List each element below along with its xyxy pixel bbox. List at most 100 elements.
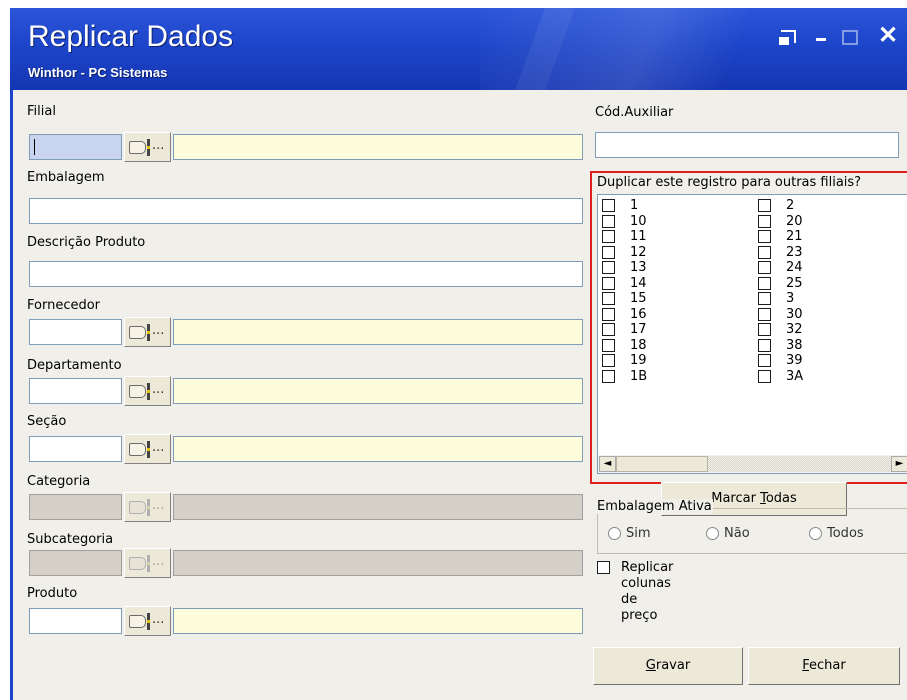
title-bar: Replicar Dados Winthor - PC Sistemas ✕	[10, 8, 907, 90]
embalagem-input[interactable]	[29, 198, 583, 224]
cod-auxiliar-label: Cód.Auxiliar	[595, 105, 674, 120]
restore-icon[interactable]	[779, 30, 796, 45]
gravar-label: ravar	[655, 658, 691, 673]
radio-circle	[809, 527, 822, 540]
filial-code-label: 15	[630, 291, 647, 306]
lookup-dots: ...	[152, 382, 165, 397]
checkbox-box	[602, 323, 615, 336]
departamento-code-input[interactable]	[29, 378, 122, 404]
cod-auxiliar-input[interactable]	[595, 132, 899, 158]
secao-lookup-button[interactable]: ...	[124, 434, 171, 464]
subcategoria-code-input	[29, 550, 122, 576]
embalagem-label: Embalagem	[27, 170, 105, 185]
scroll-track[interactable]	[708, 456, 891, 472]
checkbox-box	[602, 307, 615, 321]
filial-code-label: 10	[630, 213, 647, 229]
checkbox-box	[758, 230, 771, 243]
filial-code-label: 3	[786, 291, 795, 306]
replicar-dados-window: Replicar Dados Winthor - PC Sistemas ✕ F…	[10, 8, 907, 700]
window-title: Replicar Dados	[28, 20, 234, 53]
horizontal-scrollbar[interactable]: ◄ ►	[598, 455, 907, 473]
filial-code-label: 16	[630, 306, 647, 322]
secao-code-input[interactable]	[29, 436, 122, 462]
filial-code-label: 13	[630, 260, 647, 275]
radio-nao-label: Não	[724, 526, 750, 541]
categoria-lookup-button: ...	[124, 492, 171, 522]
fechar-accel-key: F	[802, 658, 810, 673]
checkbox-box	[758, 245, 771, 259]
filial-code-label: 1	[630, 198, 639, 213]
filial-code-label: 12	[630, 244, 647, 260]
maximize-button[interactable]	[842, 30, 858, 45]
form-content: Filial ... Embalagem Descrição Produto F…	[10, 90, 907, 700]
produto-lookup-button[interactable]: ...	[124, 606, 171, 636]
hand-pointer-icon	[129, 615, 146, 628]
checkbox-box	[602, 338, 615, 352]
checkbox-box	[602, 199, 615, 212]
checkbox-box	[758, 276, 771, 290]
scroll-thumb[interactable]	[616, 456, 708, 472]
filial-code-label: 14	[630, 275, 647, 291]
filial-code-label: 32	[786, 322, 803, 337]
fornecedor-code-input[interactable]	[29, 319, 122, 345]
produto-code-input[interactable]	[29, 608, 122, 634]
filiais-checklist[interactable]: 1 10 11 12 13 14 15 16 17 18 19 1B 2 20 21 23 24 25 3 30 32…	[597, 194, 907, 474]
checkbox-box	[758, 199, 771, 212]
checkbox-box	[758, 323, 771, 336]
lookup-dots: ...	[152, 612, 165, 627]
lookup-dots: ...	[152, 138, 165, 153]
checkbox-box	[758, 354, 771, 367]
descricao-produto-input[interactable]	[29, 261, 583, 287]
produto-label: Produto	[27, 586, 78, 601]
duplicar-group-title: Duplicar este registro para outras filia…	[596, 175, 863, 190]
hand-pointer-icon	[129, 557, 146, 570]
hand-pointer-icon	[129, 326, 146, 339]
hand-pointer-icon	[129, 443, 146, 456]
filial-code-label: 39	[786, 353, 803, 368]
categoria-label: Categoria	[27, 474, 91, 489]
marcar-label-post: odas	[765, 491, 797, 506]
replicar-precos-label: Replicar colunas de preço	[621, 560, 674, 623]
filial-description-field	[173, 134, 583, 160]
filial-code-label: 1B	[630, 368, 648, 384]
hand-pointer-icon	[129, 385, 146, 398]
checkbox-box	[602, 214, 615, 228]
close-button[interactable]: ✕	[878, 21, 898, 50]
filial-code-label: 3A	[786, 368, 804, 384]
subcategoria-description-field	[173, 550, 583, 576]
filial-code-label: 2	[786, 198, 795, 213]
filial-lookup-button[interactable]: ...	[124, 132, 171, 162]
checkbox-box	[758, 307, 771, 321]
lookup-dots: ...	[152, 554, 165, 569]
fornecedor-lookup-button[interactable]: ...	[124, 317, 171, 347]
filial-label: Filial	[27, 104, 56, 119]
checkbox-box	[758, 292, 771, 305]
scroll-right-icon[interactable]: ►	[891, 456, 907, 472]
fechar-button[interactable]: Fechar	[748, 647, 900, 685]
filial-code-label: 18	[630, 337, 647, 353]
checkbox-box	[602, 261, 615, 274]
filial-code-label: 19	[630, 353, 647, 368]
descricao-produto-label: Descrição Produto	[27, 235, 146, 250]
window-subtitle: Winthor - PC Sistemas	[28, 65, 168, 80]
departamento-lookup-button[interactable]: ...	[124, 376, 171, 406]
scroll-left-icon[interactable]: ◄	[599, 456, 616, 472]
radio-circle	[706, 527, 719, 540]
filial-code-label: 38	[786, 337, 803, 353]
filial-code-input[interactable]	[29, 134, 122, 160]
lookup-bar	[147, 555, 150, 572]
fechar-label: echar	[809, 658, 846, 673]
minimize-button[interactable]	[816, 38, 826, 41]
checkbox-box	[758, 369, 771, 383]
gravar-button[interactable]: Gravar	[593, 647, 743, 685]
checkbox-box	[602, 230, 615, 243]
checkbox-box	[758, 261, 771, 274]
subcategoria-label: Subcategoria	[27, 532, 114, 547]
departamento-label: Departamento	[27, 358, 122, 373]
lookup-bar	[147, 499, 150, 516]
subcategoria-lookup-button: ...	[124, 548, 171, 578]
fornecedor-label: Fornecedor	[27, 298, 101, 313]
embalagem-ativa-title: Embalagem Ativa	[596, 499, 713, 514]
radio-sim-label: Sim	[626, 526, 651, 541]
lookup-bar	[147, 324, 150, 341]
